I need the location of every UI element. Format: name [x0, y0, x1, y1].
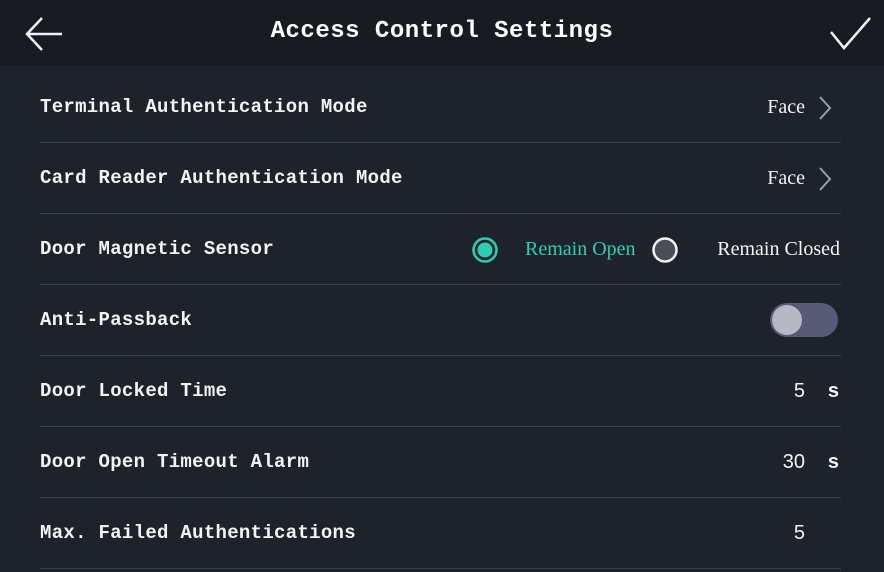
- remain-closed-label[interactable]: Remain Closed: [717, 238, 840, 261]
- confirm-button[interactable]: [828, 14, 872, 54]
- door-locked-time-label: Door Locked Time: [40, 380, 228, 402]
- chevron-right-icon: [819, 167, 832, 191]
- door-magnetic-sensor-row: Door Magnetic Sensor Remain Open Remain …: [40, 214, 841, 285]
- door-magnetic-sensor-label: Door Magnetic Sensor: [40, 238, 275, 260]
- header-bar: Access Control Settings: [0, 0, 884, 66]
- remain-open-label[interactable]: Remain Open: [525, 238, 636, 261]
- door-locked-time-unit: s: [827, 380, 839, 402]
- door-open-timeout-alarm-row[interactable]: Door Open Timeout Alarm 30 s: [40, 427, 841, 498]
- card-reader-auth-mode-value: Face: [767, 167, 805, 189]
- door-open-timeout-alarm-value: 30: [782, 451, 805, 473]
- door-locked-time-row[interactable]: Door Locked Time 5 s: [40, 356, 841, 427]
- page-title: Access Control Settings: [270, 18, 614, 45]
- radio-remain-open[interactable]: [472, 237, 498, 263]
- chevron-right-icon: [819, 96, 832, 120]
- anti-passback-label: Anti-Passback: [40, 309, 193, 331]
- door-locked-time-value: 5: [793, 380, 805, 402]
- settings-list: Terminal Authentication Mode Face Card R…: [40, 72, 841, 569]
- card-reader-auth-mode-label: Card Reader Authentication Mode: [40, 167, 403, 189]
- anti-passback-row: Anti-Passback: [40, 285, 841, 356]
- terminal-auth-mode-label: Terminal Authentication Mode: [40, 96, 368, 118]
- checkmark-icon: [830, 17, 871, 50]
- anti-passback-toggle[interactable]: [770, 303, 838, 337]
- terminal-auth-mode-row[interactable]: Terminal Authentication Mode Face: [40, 72, 841, 143]
- max-failed-auth-row[interactable]: Max. Failed Authentications 5: [40, 498, 841, 569]
- toggle-knob: [772, 305, 802, 335]
- max-failed-auth-value: 5: [793, 522, 805, 544]
- card-reader-auth-mode-row[interactable]: Card Reader Authentication Mode Face: [40, 143, 841, 214]
- door-open-timeout-alarm-label: Door Open Timeout Alarm: [40, 451, 310, 473]
- terminal-auth-mode-value: Face: [767, 96, 805, 118]
- radio-remain-closed[interactable]: [652, 237, 678, 263]
- max-failed-auth-label: Max. Failed Authentications: [40, 522, 356, 544]
- door-open-timeout-alarm-unit: s: [827, 451, 839, 473]
